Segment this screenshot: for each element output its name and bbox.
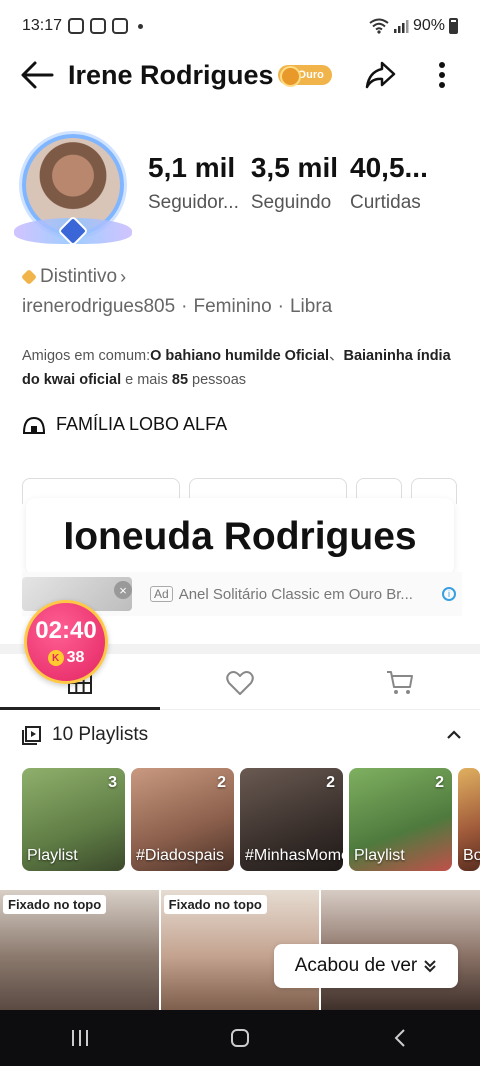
notification-dot-icon (138, 23, 144, 29)
distintivo-label: Distintivo (40, 266, 118, 287)
coin-count: 38 (66, 649, 85, 666)
share-icon (365, 61, 396, 89)
user-meta: irenerodrigues805 · Feminino · Libra (22, 296, 332, 318)
friends-separator: 、 (328, 348, 344, 364)
gold-badge[interactable]: Ouro (277, 65, 332, 87)
recent-apps-icon (72, 1030, 88, 1046)
stat-following[interactable]: 3,5 mil Seguindo (251, 152, 338, 214)
instagram-icon (90, 18, 107, 34)
ad-text: Anel Solitário Classic em Ouro Br... (178, 585, 413, 603)
back-arrow-icon (21, 61, 54, 89)
zodiac-sign: Libra (289, 296, 333, 317)
battery-percent: 90% (412, 17, 445, 34)
family-house-icon (22, 416, 46, 434)
home-button[interactable] (220, 1018, 260, 1058)
gender: Feminino (193, 296, 272, 317)
instagram-icon (68, 18, 85, 34)
playlist-label: #Diadospais (136, 847, 225, 864)
more-options-button[interactable] (424, 57, 460, 93)
playlist-count: 2 (217, 774, 226, 791)
share-button[interactable] (362, 57, 398, 93)
mutual-friends[interactable]: Amigos em comum:O bahiano humilde Oficia… (22, 344, 462, 392)
reward-timer[interactable]: 02:40 K 38 (24, 600, 108, 684)
signal-icon (393, 20, 409, 33)
family-link[interactable]: FAMÍLIA LOBO ALFA (22, 414, 227, 435)
profile-header: Irene Rodrigues Ouro (0, 52, 480, 98)
heart-icon (226, 670, 254, 695)
stat-value: 3,5 mil (250, 152, 339, 183)
coin-icon: K (47, 650, 64, 666)
playlist-carousel[interactable]: 3 Playlist 2 #Diadospais 2 #MinhasMoment… (22, 768, 480, 872)
nav-back-icon (394, 1029, 405, 1047)
friends-prefix: Amigos em comum: (22, 348, 151, 364)
info-icon[interactable]: i (442, 587, 456, 601)
family-label: FAMÍLIA LOBO ALFA (56, 414, 228, 434)
timer-time: 02:40 (35, 617, 97, 644)
stat-label: Seguidor... (148, 192, 239, 213)
pinned-badge: Fixado no topo (163, 895, 267, 914)
more-vertical-icon (439, 62, 445, 88)
stat-followers[interactable]: 5,1 mil Seguidor... (148, 152, 239, 214)
just-watched-button[interactable]: Acabou de ver (274, 944, 458, 988)
stat-value: 40,5... (350, 152, 428, 183)
ad-tag: Ad (150, 586, 173, 602)
status-bar: 13:17 90% (0, 0, 480, 52)
profile-stats: 5,1 mil Seguidor... 3,5 mil Seguindo 40,… (148, 152, 440, 214)
wifi-icon (369, 18, 389, 34)
status-time: 13:17 (22, 17, 63, 34)
tab-liked[interactable] (160, 656, 320, 709)
meta-separator: · (277, 296, 284, 317)
badge-hex-icon (21, 269, 37, 285)
playlists-header[interactable]: 10 Playlists (22, 724, 462, 746)
playlist-label: Playlist (354, 847, 405, 864)
playlist-count: 3 (108, 774, 117, 791)
close-icon[interactable]: × (114, 581, 132, 599)
battery-icon (449, 18, 458, 34)
friends-suffix: pessoas (188, 372, 247, 388)
chevron-up-icon[interactable] (446, 729, 462, 741)
gold-badge-label: Ouro (297, 69, 324, 81)
pinned-badge: Fixado no topo (3, 895, 107, 914)
video-thumbnail[interactable]: Fixado no topo (0, 890, 159, 1010)
playlist-icon (22, 726, 41, 745)
playlist-card[interactable]: 2 #MinhasMomentoDia (240, 768, 343, 871)
stat-value: 5,1 mil (148, 152, 236, 183)
playlist-card[interactable]: Bo (458, 768, 480, 871)
playlist-count: 2 (326, 774, 335, 791)
friends-count: 85 (171, 372, 189, 388)
playlist-label: Playlist (27, 847, 78, 864)
friend-name: O bahiano humilde Oficial (150, 348, 329, 364)
system-nav-bar (0, 1010, 480, 1066)
stat-label: Curtidas (350, 192, 421, 213)
playlist-label: #MinhasMomentoDia (245, 847, 343, 864)
just-watched-label: Acabou de ver (294, 955, 418, 976)
nav-back-button[interactable] (380, 1018, 420, 1058)
playlist-card[interactable]: 3 Playlist (22, 768, 125, 871)
playlist-card[interactable]: 2 Playlist (349, 768, 452, 871)
timer-coins: K 38 (47, 649, 85, 667)
stat-label: Seguindo (250, 192, 332, 213)
overlay-text: Ioneuda Rodrigues (63, 515, 417, 558)
meta-separator: · (181, 296, 188, 317)
avatar[interactable] (14, 128, 132, 247)
cart-icon (387, 670, 413, 694)
gallery-icon (112, 18, 129, 34)
distintivo-link[interactable]: Distintivo › (21, 266, 127, 288)
tab-shop[interactable] (320, 656, 480, 709)
profile-name: Irene Rodrigues (68, 59, 274, 90)
playlist-count: 2 (435, 774, 444, 791)
recent-apps-button[interactable] (60, 1018, 100, 1058)
back-button[interactable] (20, 55, 60, 95)
stat-likes[interactable]: 40,5... Curtidas (350, 152, 428, 214)
double-chevron-down-icon (424, 960, 436, 973)
playlist-label: Bo (463, 847, 480, 864)
username: irenerodrigues805 (22, 296, 176, 317)
chevron-right-icon: › (120, 266, 127, 287)
playlists-title: 10 Playlists (52, 724, 149, 745)
home-icon (231, 1029, 249, 1047)
friends-middle: e mais (121, 372, 172, 388)
name-overlay-banner: Ioneuda Rodrigues (26, 498, 454, 576)
playlist-card[interactable]: 2 #Diadospais (131, 768, 234, 871)
